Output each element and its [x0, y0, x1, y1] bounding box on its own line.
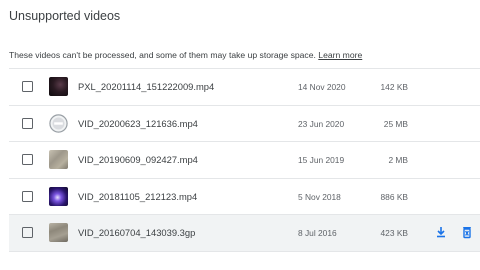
page-description: These videos can't be processed, and som…: [9, 50, 362, 60]
table-row[interactable]: VID_20190609_092427.mp4 15 Jun 2019 2 MB: [9, 142, 480, 179]
file-size: 25 MB: [383, 118, 408, 129]
file-size: 2 MB: [388, 155, 408, 165]
file-date: 23 Jun 2020: [298, 118, 345, 129]
trash-icon[interactable]: [460, 225, 474, 239]
table-row[interactable]: PXL_20201114_151222009.mp4 14 Nov 2020 1…: [9, 69, 480, 106]
file-name: VID_20160704_143039.3gp: [78, 227, 196, 238]
file-date: 5 Nov 2018: [298, 191, 341, 202]
row-checkbox[interactable]: [22, 227, 33, 238]
file-date: 8 Jul 2016: [298, 228, 337, 238]
file-size: 423 KB: [380, 228, 408, 238]
file-name: PXL_20201114_151222009.mp4: [78, 81, 215, 92]
row-checkbox[interactable]: [22, 154, 33, 165]
row-checkbox[interactable]: [22, 81, 33, 92]
description-text: These videos can't be processed, and som…: [9, 50, 316, 60]
row-checkbox[interactable]: [22, 117, 33, 129]
download-icon[interactable]: [434, 225, 448, 239]
table-row[interactable]: VID_20181105_212123.mp4 5 Nov 2018 886 K…: [9, 179, 480, 215]
file-size: 142 KB: [380, 82, 408, 92]
file-date: 15 Jun 2019: [298, 155, 345, 165]
file-name: VID_20200623_121636.mp4: [78, 117, 198, 129]
blocked-circle-icon: [49, 113, 68, 133]
learn-more-link[interactable]: Learn more: [318, 50, 362, 60]
row-checkbox[interactable]: [22, 190, 33, 202]
dark-video-thumbnail: [49, 77, 68, 96]
wall-texture-thumbnail: [49, 223, 68, 242]
file-date: 14 Nov 2020: [298, 82, 346, 92]
stone-texture-thumbnail: [49, 150, 68, 169]
purple-light-thumbnail: [49, 186, 68, 206]
table-row[interactable]: VID_20200623_121636.mp4 23 Jun 2020 25 M…: [9, 106, 480, 142]
table-row[interactable]: VID_20160704_143039.3gp 8 Jul 2016 423 K…: [9, 215, 480, 252]
file-name: VID_20181105_212123.mp4: [78, 190, 198, 202]
video-list: PXL_20201114_151222009.mp4 14 Nov 2020 1…: [9, 68, 480, 252]
file-name: VID_20190609_092427.mp4: [78, 154, 198, 165]
file-size: 886 KB: [380, 191, 408, 202]
page-title: Unsupported videos: [9, 9, 121, 23]
